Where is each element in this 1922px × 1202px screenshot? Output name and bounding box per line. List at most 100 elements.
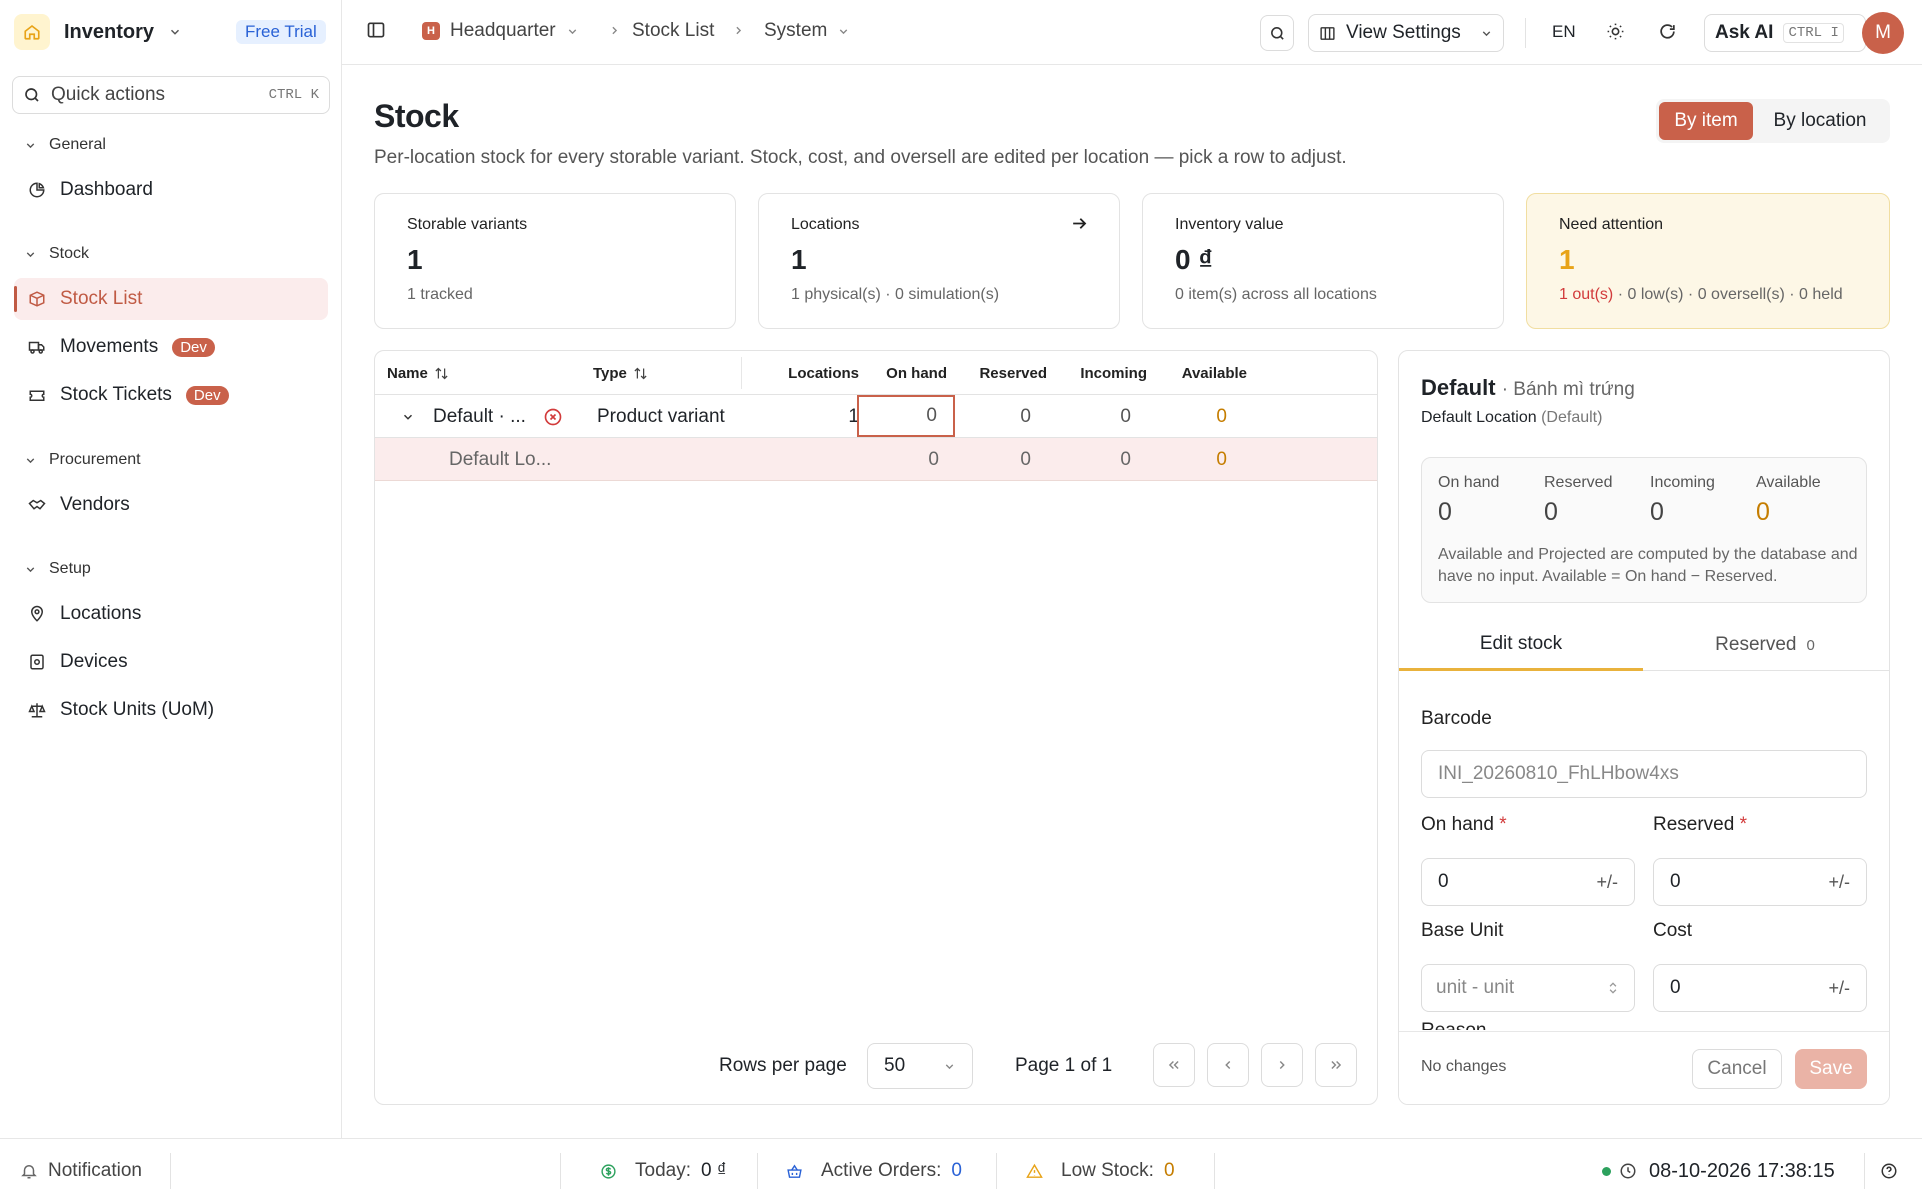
search-icon [23,86,41,104]
summary-note: Available and Projected are computed by … [1438,546,1858,585]
view-settings-button[interactable]: View Settings [1308,14,1504,52]
chevron-down-icon [566,25,579,38]
avatar[interactable]: M [1862,12,1904,54]
chevron-down-icon [168,25,182,39]
column-header-incoming[interactable]: Incoming [1055,351,1147,395]
status-bar: Notification Today: 0 ₫ Active Orders: 0… [0,1138,1922,1202]
app-switcher[interactable]: Inventory [14,12,182,52]
view-settings-label: View Settings [1346,22,1461,43]
breadcrumb-system[interactable]: System [764,20,850,42]
cost-input[interactable]: 0 +/- [1653,964,1867,1012]
detail-footer: No changes Cancel Save [1399,1031,1889,1104]
stat-value: 1 [1559,244,1575,275]
by-location-toggle[interactable]: By location [1753,102,1887,140]
topbar: H Headquarter Stock List System View Set… [342,0,1922,65]
expand-chevron-icon[interactable] [401,395,415,438]
row-name: Default · ... [433,405,526,427]
barcode-field[interactable]: INI_20260810_FhLHbow4xs [1421,750,1867,798]
detail-title-suffix: · Bánh mì trứng [1501,379,1635,400]
breadcrumb-stock-list[interactable]: Stock List [632,20,714,42]
chevron-down-icon [24,563,37,576]
summary-value: 0 [1756,498,1770,526]
summary-label: Available [1756,474,1821,491]
orders-label: Active Orders: [821,1160,942,1181]
stat-card-need-attention[interactable]: Need attention 1 1 out(s) · 0 low(s) · 0… [1526,193,1890,329]
nav-group-setup[interactable]: Setup [24,556,91,582]
stat-card-locations[interactable]: Locations 1 1 physical(s) · 0 simulation… [758,193,1120,329]
column-header-name[interactable]: Name [387,351,449,395]
detail-tabs: Edit stock Reserved 0 [1399,619,1889,671]
active-orders[interactable]: Active Orders: 0 [786,1139,962,1202]
column-label: Name [387,364,428,382]
column-header-type[interactable]: Type [593,351,648,395]
chevrons-right-icon [1329,1058,1343,1072]
nav-group-label: Setup [49,560,91,577]
stat-label: Locations [791,216,860,233]
divider [1214,1153,1215,1189]
reserved-input[interactable]: 0 +/- [1653,858,1867,906]
refresh-icon[interactable] [1658,22,1677,41]
sidebar-item-devices[interactable]: Devices [14,641,328,683]
next-page-button[interactable] [1261,1043,1303,1087]
on-hand-input[interactable]: 0 +/- [1421,858,1635,906]
adjust-toggle[interactable]: +/- [1828,978,1850,999]
chevron-right-icon [608,24,621,37]
nav-group-stock[interactable]: Stock [24,241,89,267]
row-name: Default Lo... [449,448,552,470]
sidebar-item-dashboard[interactable]: Dashboard [14,169,328,211]
sidebar-toggle-icon[interactable] [366,20,386,40]
column-header-on-hand[interactable]: On hand [869,351,947,395]
nav-group-procurement[interactable]: Procurement [24,447,141,473]
last-page-button[interactable] [1315,1043,1357,1087]
on-hand-cell[interactable]: 0 [857,395,955,437]
table-row[interactable]: Default · ... Product variant 1 0 0 0 0 [375,395,1377,438]
chevron-left-icon [1221,1058,1235,1072]
first-page-button[interactable] [1153,1043,1195,1087]
free-trial-badge[interactable]: Free Trial [236,20,326,44]
tab-reserved[interactable]: Reserved 0 [1643,619,1887,671]
theme-toggle-sun-icon[interactable] [1606,22,1625,41]
low-stock[interactable]: Low Stock: 0 [1026,1139,1175,1202]
sidebar-item-movements[interactable]: Movements Dev [14,326,328,368]
help-icon[interactable] [1880,1139,1898,1202]
select-value: unit - unit [1436,977,1515,998]
input-value: 0 [1670,977,1681,998]
breadcrumb-headquarter[interactable]: H Headquarter [422,20,579,42]
sidebar-item-stock-tickets[interactable]: Stock Tickets Dev [14,374,328,416]
column-header-available[interactable]: Available [1155,351,1247,395]
chevron-down-icon [24,454,37,467]
sidebar-item-vendors[interactable]: Vendors [14,484,328,526]
stat-sub-rest: · 0 low(s) · 0 oversell(s) · 0 held [1613,286,1843,303]
summary-reserved: Reserved 0 [1544,474,1612,527]
ask-ai-button[interactable]: Ask AI CTRL I [1704,14,1866,52]
detail-title-name: Default [1421,375,1496,400]
prev-page-button[interactable] [1207,1043,1249,1087]
handshake-icon [28,496,46,514]
column-header-locations[interactable]: Locations [775,351,859,395]
base-unit-select[interactable]: unit - unit [1421,964,1635,1012]
chevron-down-icon [24,248,37,261]
save-button[interactable]: Save [1795,1049,1867,1089]
sidebar-item-stock-list[interactable]: Stock List [14,278,328,320]
nav-group-label: Procurement [49,451,141,468]
column-header-reserved[interactable]: Reserved [955,351,1047,395]
sidebar-item-label: Stock List [60,288,143,309]
rows-per-page-select[interactable]: 50 [867,1043,973,1089]
adjust-toggle[interactable]: +/- [1596,872,1618,893]
search-button[interactable] [1260,15,1294,51]
chevron-right-icon [1275,1058,1289,1072]
language-switch[interactable]: EN [1552,22,1576,42]
search-icon [1269,25,1286,42]
tab-edit-stock[interactable]: Edit stock [1399,619,1643,671]
nav-group-general[interactable]: General [24,132,106,158]
notification-button[interactable]: Notification [20,1139,142,1202]
sidebar-item-stock-units[interactable]: Stock Units (UoM) [14,689,328,731]
cancel-button[interactable]: Cancel [1692,1049,1782,1089]
by-item-toggle[interactable]: By item [1659,102,1753,140]
quick-actions-search[interactable]: Quick actions CTRL K [12,76,330,114]
ticket-icon [28,386,46,404]
table-row[interactable]: Default Lo... 0 0 0 0 [375,438,1377,481]
pie-chart-icon [28,181,46,199]
sidebar-item-locations[interactable]: Locations [14,593,328,635]
adjust-toggle[interactable]: +/- [1828,872,1850,893]
